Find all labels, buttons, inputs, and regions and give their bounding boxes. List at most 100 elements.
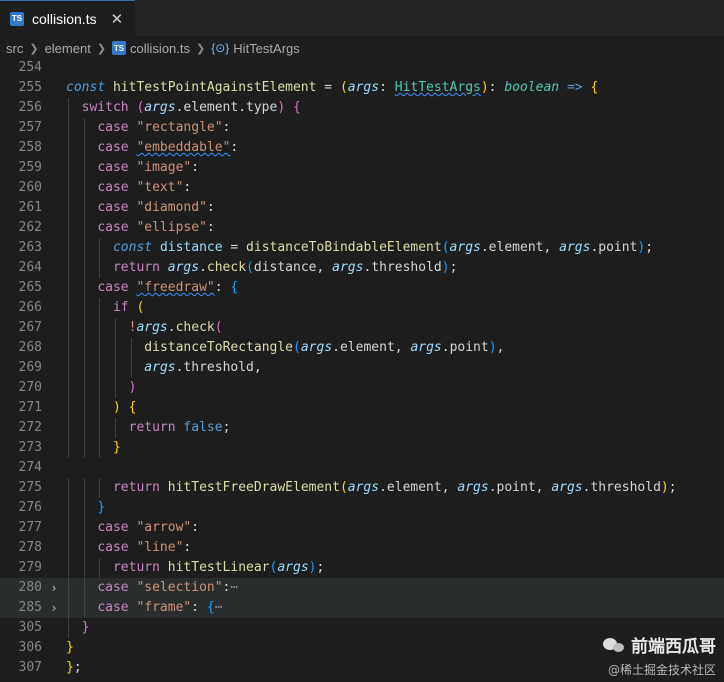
code-line[interactable]: 266 if ( bbox=[0, 298, 724, 318]
code-text: return hitTestFreeDrawElement(args.eleme… bbox=[66, 478, 724, 498]
code-line[interactable]: 259 case "image": bbox=[0, 158, 724, 178]
indent-guide bbox=[68, 158, 69, 178]
code-token: : bbox=[183, 180, 192, 195]
code-token: hitTestFreeDrawElement bbox=[167, 480, 340, 495]
code-line[interactable]: 277 case "arrow": bbox=[0, 518, 724, 538]
line-number: 267 bbox=[18, 320, 42, 335]
code-line[interactable]: 257 case "rectangle": bbox=[0, 118, 724, 138]
code-token: return bbox=[128, 420, 184, 435]
code-token: .element, bbox=[480, 240, 560, 255]
code-line[interactable]: 278 case "line": bbox=[0, 538, 724, 558]
code-token: args bbox=[449, 240, 481, 255]
indent-guide bbox=[83, 398, 85, 418]
indent-guide bbox=[83, 438, 85, 458]
code-text: args.threshold, bbox=[66, 358, 724, 378]
fold-chevron-icon[interactable]: › bbox=[42, 598, 66, 618]
code-token: . bbox=[167, 320, 176, 335]
code-line[interactable]: 271) { bbox=[0, 398, 724, 418]
code-token: "image" bbox=[136, 160, 192, 175]
code-line[interactable]: 268 distanceToRectangle(args.element, arg… bbox=[0, 338, 724, 358]
watermark-title: 前端西瓜哥 bbox=[631, 637, 716, 657]
code-token: : bbox=[191, 160, 200, 175]
code-token: .element.type bbox=[175, 100, 278, 115]
code-token: : bbox=[230, 140, 239, 155]
breadcrumb: src ❯ element ❯ TS collision.ts ❯ {⊙} Hi… bbox=[0, 37, 724, 59]
indent-guide bbox=[114, 338, 116, 358]
indent-guide bbox=[68, 598, 69, 618]
code-token: case bbox=[97, 600, 137, 615]
code-line[interactable]: 275 return hitTestFreeDrawElement(args.el… bbox=[0, 478, 724, 498]
code-line[interactable]: 279 return hitTestLinear(args); bbox=[0, 558, 724, 578]
code-line[interactable]: 276} bbox=[0, 498, 724, 518]
code-token: args bbox=[332, 260, 364, 275]
fold-chevron-icon[interactable]: › bbox=[42, 578, 66, 598]
code-text: case "image": bbox=[66, 158, 724, 178]
indent-guide bbox=[83, 578, 85, 598]
code-line[interactable]: 255 const hitTestPointAgainstElement = (a… bbox=[0, 78, 724, 98]
code-token: case bbox=[97, 160, 137, 175]
line-number: 270 bbox=[18, 380, 42, 395]
code-line[interactable]: 261 case "diamond": bbox=[0, 198, 724, 218]
code-line[interactable]: 258 case "embeddable": bbox=[0, 138, 724, 158]
indent-guide bbox=[99, 438, 101, 458]
tab-collision-ts[interactable]: TS collision.ts ✕ bbox=[0, 0, 136, 36]
indent-guide bbox=[68, 98, 69, 118]
code-text: case "frame": {⋯ bbox=[66, 598, 724, 618]
indent-guide bbox=[68, 398, 69, 418]
indent-guide bbox=[83, 498, 85, 518]
code-line[interactable]: 273} bbox=[0, 438, 724, 458]
code-line[interactable]: 254 bbox=[0, 58, 724, 78]
code-token: return bbox=[112, 560, 168, 575]
code-line[interactable]: 272 return false; bbox=[0, 418, 724, 438]
code-token: false bbox=[183, 420, 223, 435]
code-token: "selection" bbox=[136, 580, 223, 595]
indent-guide bbox=[68, 238, 69, 258]
code-token: { bbox=[285, 100, 301, 115]
code-line[interactable]: 262 case "ellipse": bbox=[0, 218, 724, 238]
code-token: : bbox=[191, 600, 207, 615]
watermark: 前端西瓜哥 @稀土掘金技术社区 bbox=[603, 632, 716, 678]
indent-guide bbox=[99, 478, 101, 498]
line-number: 307 bbox=[18, 660, 42, 675]
code-line[interactable]: 285 › case "frame": {⋯ bbox=[0, 598, 724, 618]
code-token: case bbox=[97, 280, 137, 295]
code-token: args bbox=[457, 480, 489, 495]
code-line[interactable]: 264 return args.check(distance, args.thre… bbox=[0, 258, 724, 278]
code-line[interactable]: 265 case "freedraw": { bbox=[0, 278, 724, 298]
breadcrumb-item-symbol[interactable]: HitTestArgs bbox=[233, 41, 299, 56]
code-line[interactable]: 256 switch (args.element.type) { bbox=[0, 98, 724, 118]
code-token: case bbox=[97, 120, 137, 135]
code-text: case "ellipse": bbox=[66, 218, 724, 238]
code-line[interactable]: 274 bbox=[0, 458, 724, 478]
indent-guide bbox=[68, 538, 69, 558]
code-token: ( bbox=[214, 320, 223, 335]
breadcrumb-item-element[interactable]: element bbox=[45, 41, 91, 56]
breadcrumb-item-src[interactable]: src bbox=[6, 41, 23, 56]
code-token: hitTestPointAgainstElement bbox=[112, 80, 317, 95]
indent-guide bbox=[99, 398, 101, 418]
indent-guide bbox=[83, 518, 85, 538]
code-editor[interactable]: 254 255 const hitTestPointAgainstElement =… bbox=[0, 58, 724, 682]
code-line[interactable]: 263 const distance = distanceToBindableEl… bbox=[0, 238, 724, 258]
code-token: args bbox=[410, 340, 442, 355]
indent-guide bbox=[83, 278, 85, 298]
code-token: args bbox=[167, 260, 200, 275]
indent-guide bbox=[83, 118, 85, 138]
code-token: ( bbox=[293, 340, 301, 355]
line-number: 272 bbox=[18, 420, 42, 435]
line-number: 260 bbox=[18, 180, 42, 195]
code-line[interactable]: 267 !args.check( bbox=[0, 318, 724, 338]
indent-guide bbox=[130, 338, 132, 358]
indent-guide bbox=[83, 198, 85, 218]
code-line[interactable]: 270) bbox=[0, 378, 724, 398]
breadcrumb-item-file[interactable]: collision.ts bbox=[130, 41, 190, 56]
code-token: , bbox=[496, 340, 505, 355]
indent-guide bbox=[99, 318, 101, 338]
code-line[interactable]: 269 args.threshold, bbox=[0, 358, 724, 378]
code-text: case "arrow": bbox=[66, 518, 724, 538]
code-line[interactable]: 280 › case "selection":⋯ bbox=[0, 578, 724, 598]
code-line[interactable]: 260 case "text": bbox=[0, 178, 724, 198]
close-icon[interactable]: ✕ bbox=[111, 10, 124, 28]
code-token: .element, bbox=[332, 340, 411, 355]
code-token: ( bbox=[339, 480, 348, 495]
